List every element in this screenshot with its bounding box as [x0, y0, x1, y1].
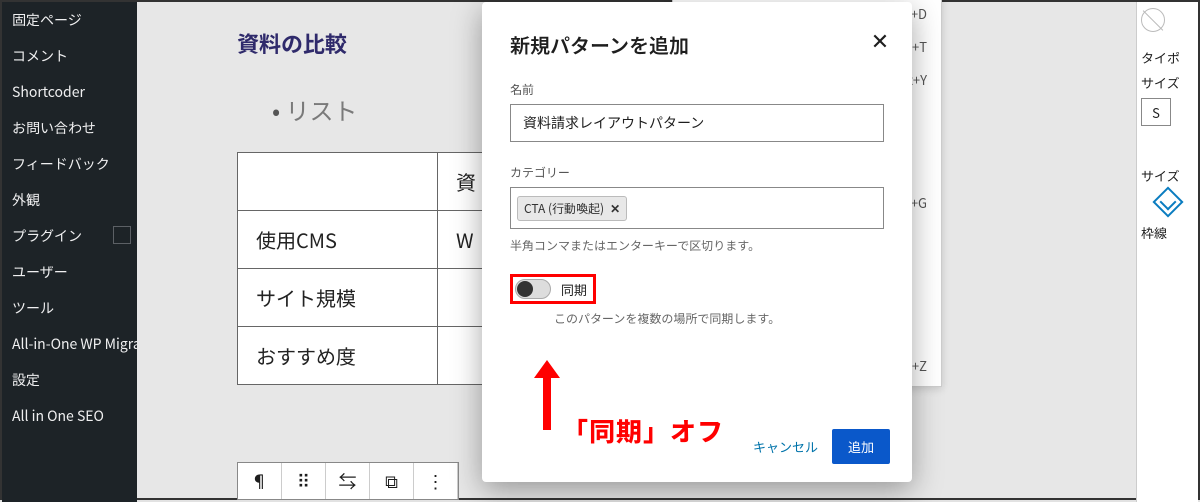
toggle-knob: [517, 281, 533, 297]
sidebar-item-tools[interactable]: ツール: [2, 290, 137, 326]
sync-toggle[interactable]: [515, 279, 551, 299]
drag-handle-icon[interactable]: ⠿: [282, 463, 326, 499]
sidebar-item-pages[interactable]: 固定ページ: [2, 2, 137, 38]
category-hint: 半角コンマまたはエンターキーで区切ります。: [510, 237, 884, 254]
remove-token-icon[interactable]: ✕: [610, 200, 620, 217]
admin-sidebar: 固定ページ コメント Shortcoder お問い合わせ フィードバック 外観 …: [2, 2, 137, 502]
sidebar-item-contact[interactable]: お問い合わせ: [2, 110, 137, 146]
sidebar-item-shortcoder[interactable]: Shortcoder: [2, 74, 137, 110]
name-label: 名前: [510, 81, 884, 98]
sync-help-text: このパターンを複数の場所で同期します。: [554, 310, 884, 327]
category-label: カテゴリー: [510, 164, 884, 181]
size-label: サイズ: [1141, 73, 1194, 92]
cancel-button[interactable]: キャンセル: [753, 437, 818, 456]
sidebar-item-aio-migration[interactable]: All-in-One WP Migration: [2, 326, 137, 362]
sidebar-item-aioseo[interactable]: All in One SEO: [2, 398, 137, 434]
category-token: CTA (行動喚起) ✕: [517, 196, 627, 221]
sidebar-item-settings[interactable]: 設定: [2, 362, 137, 398]
link-sides-icon[interactable]: [1152, 186, 1183, 217]
close-button[interactable]: ✕: [866, 26, 894, 54]
sidebar-item-plugins[interactable]: プラグイン: [2, 218, 137, 254]
move-icon[interactable]: ⇆: [326, 463, 370, 499]
table-cell[interactable]: サイト規模: [238, 269, 438, 327]
dialog-actions: キャンセル 追加: [753, 429, 890, 464]
sync-toggle-label: 同期: [561, 280, 587, 299]
none-icon[interactable]: [1141, 8, 1165, 32]
annotation-highlight: 同期: [510, 274, 596, 304]
add-button[interactable]: 追加: [832, 429, 890, 464]
table-cell[interactable]: 使用CMS: [238, 211, 438, 269]
block-toolbar: ¶ ⠿ ⇆ ⧉ ⋮: [237, 462, 459, 500]
sidebar-item-appearance[interactable]: 外観: [2, 182, 137, 218]
table-header-cell[interactable]: [238, 153, 438, 211]
dialog-title: 新規パターンを追加: [510, 30, 884, 59]
sidebar-item-comments[interactable]: コメント: [2, 38, 137, 74]
link-icon[interactable]: ⧉: [370, 463, 414, 499]
add-pattern-dialog: 新規パターンを追加 ✕ 名前 カテゴリー CTA (行動喚起) ✕ 半角コンマま…: [482, 2, 912, 482]
settings-sidebar: タイポ サイズ S サイズ 枠線: [1136, 2, 1198, 502]
close-icon: ✕: [871, 24, 889, 56]
more-icon[interactable]: ⋮: [414, 463, 458, 499]
size-button-s[interactable]: S: [1141, 98, 1171, 126]
paragraph-icon[interactable]: ¶: [238, 463, 282, 499]
category-token-input[interactable]: CTA (行動喚起) ✕: [510, 187, 884, 229]
sidebar-item-feedback[interactable]: フィードバック: [2, 146, 137, 182]
token-text: CTA (行動喚起): [524, 200, 604, 217]
block-heading[interactable]: 資料の比較: [237, 27, 347, 59]
block-list-placeholder[interactable]: リスト: [272, 92, 358, 127]
sidebar-item-users[interactable]: ユーザー: [2, 254, 137, 290]
annotation-text: 「同期」オフ: [562, 412, 724, 449]
typography-label: タイポ: [1141, 48, 1194, 67]
size-label-2: サイズ: [1141, 166, 1194, 185]
pattern-name-input[interactable]: [510, 104, 884, 142]
table-cell[interactable]: おすすめ度: [238, 327, 438, 385]
border-label: 枠線: [1141, 223, 1194, 242]
